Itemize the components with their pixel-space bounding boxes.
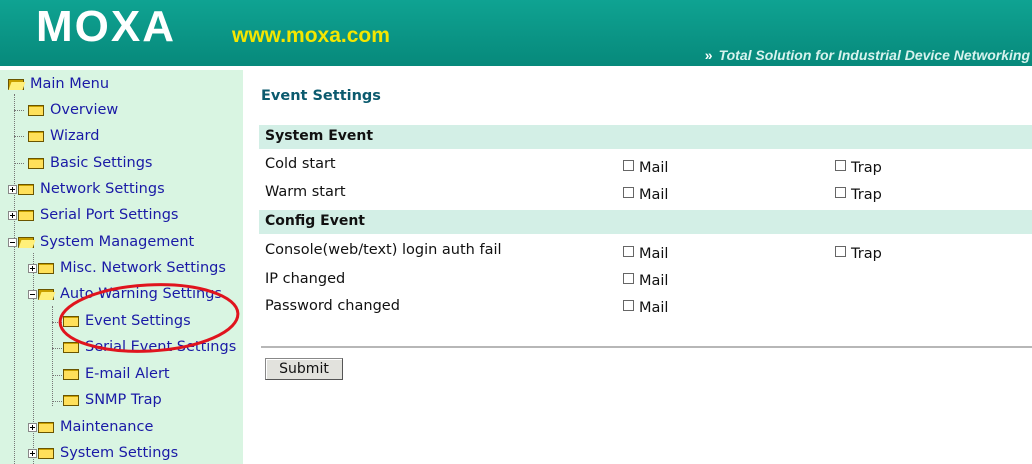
checkbox-label: Trap (851, 160, 882, 176)
tree-line (14, 163, 24, 164)
tree-item-email-alert[interactable]: E-mail Alert (63, 362, 170, 386)
sidebar-tree: Main Menu Overview Wizard Basic Settings… (0, 70, 243, 464)
checkbox-box[interactable] (835, 186, 846, 198)
tree-line (14, 136, 24, 137)
tree-item-label: Serial Port Settings (40, 207, 179, 223)
tree-item-main-menu[interactable]: Main Menu (8, 72, 109, 96)
submit-button[interactable]: Submit (265, 358, 343, 380)
warm-start-mail-checkbox[interactable]: Mail (623, 186, 669, 203)
tree-line (14, 110, 24, 111)
row-label-cold-start: Cold start (265, 156, 336, 172)
checkbox-box[interactable] (623, 186, 634, 198)
section-header-system-event: System Event (259, 125, 1032, 149)
tree-item-label: System Management (40, 234, 195, 250)
checkbox-label: Mail (639, 187, 669, 203)
expand-icon[interactable] (28, 448, 37, 458)
divider (261, 346, 1032, 348)
checkbox-box[interactable] (835, 159, 846, 171)
folder-icon (63, 368, 79, 380)
row-label-ip-changed: IP changed (265, 271, 346, 287)
tree-item-network-settings[interactable]: Network Settings (8, 177, 165, 201)
folder-icon (28, 130, 44, 142)
cold-start-mail-checkbox[interactable]: Mail (623, 159, 669, 176)
section-title: Config Event (265, 213, 365, 229)
folder-open-icon (38, 288, 56, 300)
checkbox-label: Mail (639, 300, 669, 316)
folder-open-icon (18, 236, 36, 248)
expand-icon[interactable] (28, 263, 37, 273)
section-title: System Event (265, 128, 374, 144)
checkbox-box[interactable] (623, 299, 634, 311)
folder-icon (38, 262, 54, 274)
folder-icon (38, 421, 54, 433)
folder-icon (28, 104, 44, 116)
row-label-warm-start: Warm start (265, 184, 346, 200)
tree-item-label: Misc. Network Settings (60, 260, 226, 276)
tree-item-label: System Settings (60, 445, 179, 461)
tree-item-maintenance[interactable]: Maintenance (28, 415, 153, 439)
tree-item-label: Wizard (50, 128, 100, 144)
logo-url: www.moxa.com (232, 24, 390, 47)
tree-line (52, 401, 62, 402)
section-header-config-event: Config Event (259, 210, 1032, 234)
page-title: Event Settings (261, 88, 381, 104)
folder-icon (63, 394, 79, 406)
tagline: » Total Solution for Industrial Device Ne… (705, 47, 1030, 63)
folder-icon (38, 447, 54, 459)
expand-icon[interactable] (8, 184, 17, 194)
tree-item-label: Network Settings (40, 181, 165, 197)
row-label-password-changed: Password changed (265, 298, 400, 314)
expand-icon[interactable] (28, 422, 37, 432)
tree-item-serial-port-settings[interactable]: Serial Port Settings (8, 203, 178, 227)
tree-item-basic-settings[interactable]: Basic Settings (28, 151, 152, 175)
warm-start-trap-checkbox[interactable]: Trap (835, 186, 882, 203)
checkbox-box[interactable] (623, 245, 634, 257)
checkbox-label: Mail (639, 246, 669, 262)
checkbox-label: Trap (851, 187, 882, 203)
tree-item-system-settings[interactable]: System Settings (28, 441, 178, 464)
tagline-text: Total Solution for Industrial Device Net… (718, 47, 1030, 63)
expand-icon[interactable] (8, 210, 17, 220)
password-changed-mail-checkbox[interactable]: Mail (623, 299, 669, 316)
folder-icon (18, 183, 34, 195)
row-label-login-auth-fail: Console(web/text) login auth fail (265, 242, 502, 258)
checkbox-label: Mail (639, 273, 669, 289)
chevron-right-icon: » (704, 47, 713, 63)
annotation-ellipse (58, 283, 240, 353)
tree-item-misc-network-settings[interactable]: Misc. Network Settings (28, 256, 226, 280)
folder-icon (18, 209, 34, 221)
moxa-logo: MOXA (36, 2, 176, 51)
tree-item-label: Overview (50, 102, 119, 118)
login-auth-fail-trap-checkbox[interactable]: Trap (835, 245, 882, 262)
tree-item-system-management[interactable]: System Management (8, 230, 194, 254)
folder-icon (28, 157, 44, 169)
tree-item-label: Main Menu (30, 76, 110, 92)
collapse-icon[interactable] (8, 237, 17, 247)
tree-item-label: SNMP Trap (85, 392, 162, 408)
tree-item-snmp-trap[interactable]: SNMP Trap (63, 388, 162, 412)
tree-line (52, 375, 62, 376)
collapse-icon[interactable] (28, 289, 37, 299)
checkbox-label: Trap (851, 246, 882, 262)
ip-changed-mail-checkbox[interactable]: Mail (623, 272, 669, 289)
tree-item-label: E-mail Alert (85, 366, 170, 382)
cold-start-trap-checkbox[interactable]: Trap (835, 159, 882, 176)
tree-item-overview[interactable]: Overview (28, 98, 118, 122)
tree-line (52, 306, 53, 406)
tree-item-label: Maintenance (60, 419, 154, 435)
folder-open-icon (8, 78, 26, 90)
checkbox-box[interactable] (835, 245, 846, 257)
tree-line (14, 94, 15, 464)
header-banner: MOXA www.moxa.com » Total Solution for In… (0, 0, 1032, 66)
checkbox-label: Mail (639, 160, 669, 176)
checkbox-box[interactable] (623, 159, 634, 171)
checkbox-box[interactable] (623, 272, 634, 284)
login-auth-fail-mail-checkbox[interactable]: Mail (623, 245, 669, 262)
tree-item-wizard[interactable]: Wizard (28, 124, 99, 148)
tree-item-label: Basic Settings (50, 155, 153, 171)
